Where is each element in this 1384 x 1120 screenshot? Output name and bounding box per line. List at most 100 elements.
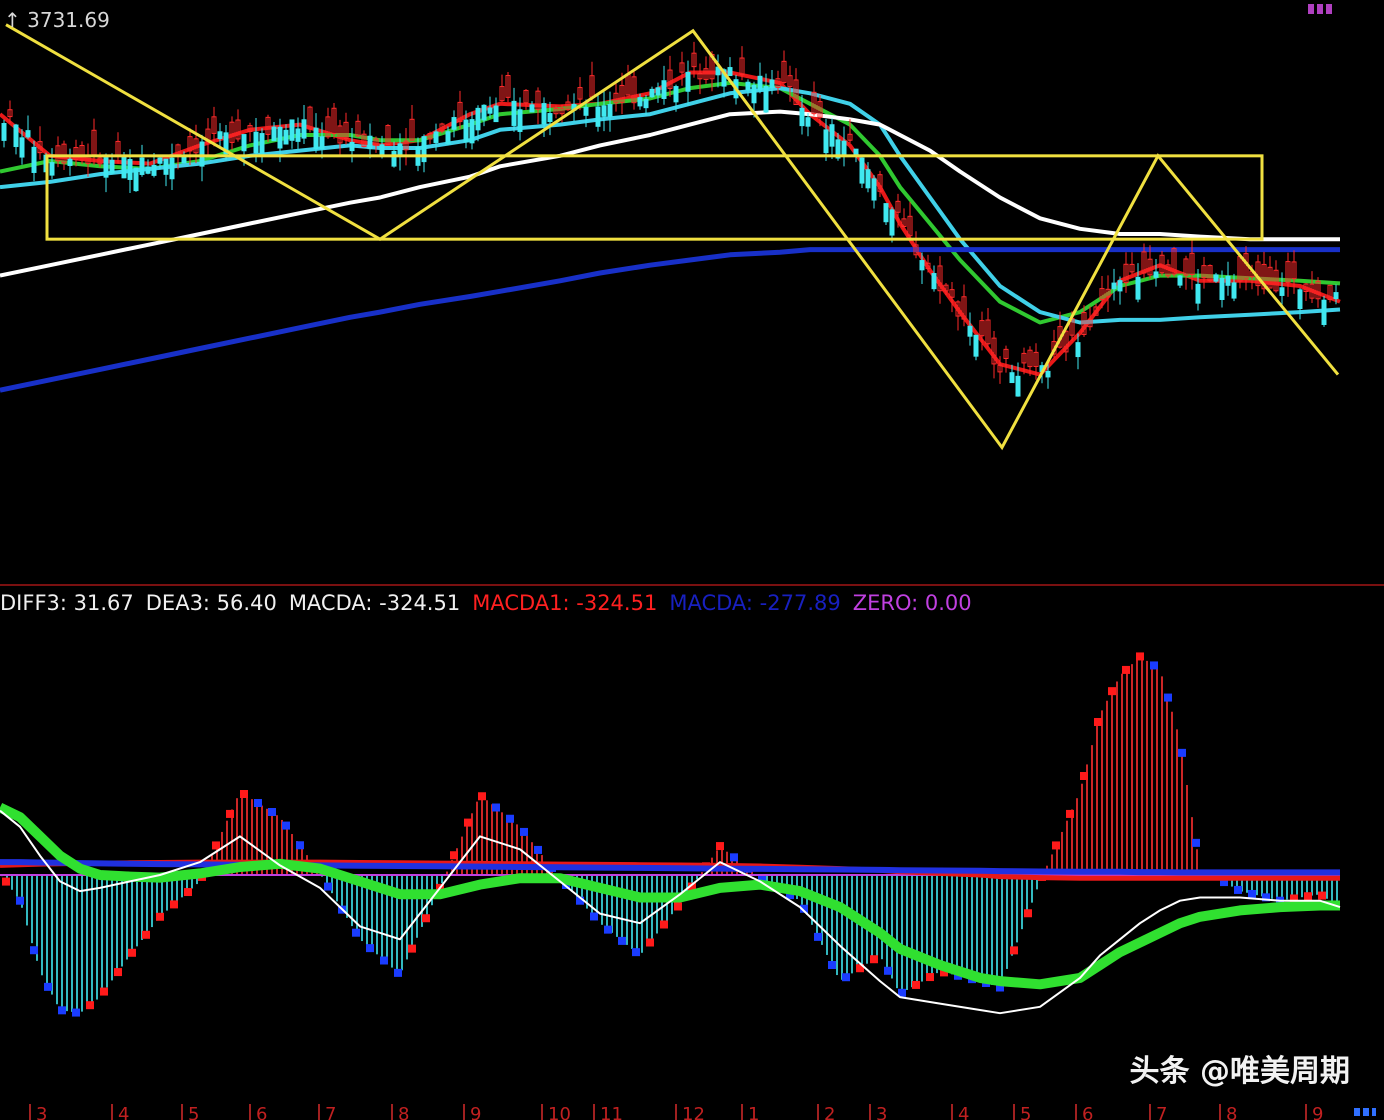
candle-down	[931, 273, 937, 290]
candle-down	[601, 105, 607, 117]
macd-edge-marker	[184, 888, 192, 897]
macd-edge-marker	[1164, 693, 1172, 702]
month-label: 7	[1156, 1104, 1167, 1120]
watermark: 头条 @唯美周期	[1129, 1054, 1350, 1089]
macd-edge-marker	[884, 966, 892, 975]
macd-edge-marker	[352, 928, 360, 937]
candle-down	[145, 166, 151, 174]
max-price-value: 3731.69	[27, 8, 110, 32]
candle-down	[1195, 283, 1201, 304]
candle-down	[967, 325, 973, 337]
candle-down	[1219, 277, 1225, 300]
macd-edge-marker	[1010, 946, 1018, 955]
candle-down	[313, 127, 319, 149]
candle-down	[13, 124, 19, 148]
candle-down	[517, 109, 523, 132]
macd-edge-marker	[1318, 891, 1326, 900]
candle-down	[829, 124, 835, 147]
candle-down	[541, 103, 547, 125]
macd-edge-marker	[128, 948, 136, 957]
candle-down	[745, 81, 751, 91]
candle-down	[883, 203, 889, 223]
macd-edge-marker	[1234, 885, 1242, 894]
candle-down	[547, 113, 553, 123]
candle-down	[583, 106, 589, 116]
macd-edge-marker	[114, 968, 122, 977]
candle-down	[661, 80, 667, 99]
macd-edge-marker	[44, 982, 52, 991]
candle-down	[1321, 299, 1327, 325]
candle-down	[1009, 372, 1015, 384]
month-label: 8	[1226, 1104, 1237, 1120]
candle-down	[973, 334, 979, 357]
candle-down	[469, 119, 475, 144]
candle-down	[919, 260, 925, 271]
candle-down	[31, 146, 37, 173]
candle-down	[1279, 287, 1285, 296]
candle-down	[637, 97, 643, 107]
candle-down	[217, 131, 223, 140]
month-label: 12	[682, 1104, 705, 1120]
candle-down	[673, 86, 679, 103]
macd-edge-marker	[1178, 748, 1186, 757]
candle-down	[127, 159, 133, 180]
candle-down	[859, 157, 865, 184]
candle-down	[1297, 289, 1303, 310]
macd-edge-marker	[226, 809, 234, 818]
candle-down	[481, 104, 487, 121]
candle-down	[367, 135, 373, 150]
stock-chart: 3 4 5 6 7 8 9 10 11 12 1 2 3 4 5 6 7 8 9	[0, 23, 1384, 1120]
macd-header-zero: ZERO: 0.00	[852, 591, 972, 615]
macd-edge-marker	[1066, 809, 1074, 818]
macd-edge-marker	[422, 914, 430, 923]
candle-down	[259, 133, 265, 157]
candle-down	[1231, 282, 1237, 299]
macd-edge-marker	[646, 938, 654, 947]
macd-edge-marker	[464, 818, 472, 827]
candle-down	[1075, 342, 1081, 358]
macd-edge-marker	[156, 912, 164, 921]
macd-edge-marker	[254, 799, 262, 807]
month-label: 8	[398, 1104, 409, 1120]
candle-down	[805, 117, 811, 127]
diff-line	[0, 809, 1341, 1015]
macd-panel	[0, 652, 1341, 1017]
candle-down	[301, 119, 307, 139]
candle-down	[349, 141, 355, 152]
candle-down	[655, 87, 661, 96]
macd-edge-marker	[478, 792, 486, 801]
macd-edge-marker	[492, 803, 500, 812]
macd-edge-marker	[1136, 652, 1144, 661]
candle-down	[841, 140, 847, 156]
candle-down	[121, 155, 127, 179]
candle-down	[19, 137, 25, 158]
macd-edge-marker	[324, 882, 332, 891]
macd-edge-marker	[380, 956, 388, 965]
candle-down	[169, 157, 175, 180]
macd-edge-marker	[72, 1008, 80, 1017]
macd-edge-marker	[2, 877, 10, 886]
candle-down	[1177, 275, 1183, 286]
macd-indicator-header: DIFF3: 31.67 DEA3: 56.40 MACDA: -324.51 MAC…	[0, 590, 984, 616]
candle-down	[727, 67, 733, 77]
axis-menu-icon[interactable]	[1354, 1108, 1376, 1116]
month-label: 2	[824, 1104, 835, 1120]
macd-edge-marker	[86, 1001, 94, 1010]
candle-down	[1225, 275, 1231, 286]
month-label: 3	[36, 1104, 47, 1120]
candle-down	[271, 126, 277, 142]
candle-down	[685, 71, 691, 92]
candle-down	[103, 157, 109, 178]
macd-header-macda2: MACDA: -277.89	[669, 591, 841, 615]
macd-edge-marker	[870, 955, 878, 964]
month-label: 9	[1312, 1104, 1323, 1120]
macd-edge-marker	[1122, 665, 1130, 674]
macd-edge-marker	[716, 842, 724, 851]
candle-down	[475, 107, 481, 131]
panel-menu-icon[interactable]	[1308, 4, 1334, 14]
macd-edge-marker	[926, 973, 934, 982]
month-label: 11	[600, 1104, 623, 1120]
macd-edge-marker	[604, 925, 612, 934]
macd-edge-marker	[534, 845, 542, 854]
macd-edge-marker	[1304, 892, 1312, 901]
